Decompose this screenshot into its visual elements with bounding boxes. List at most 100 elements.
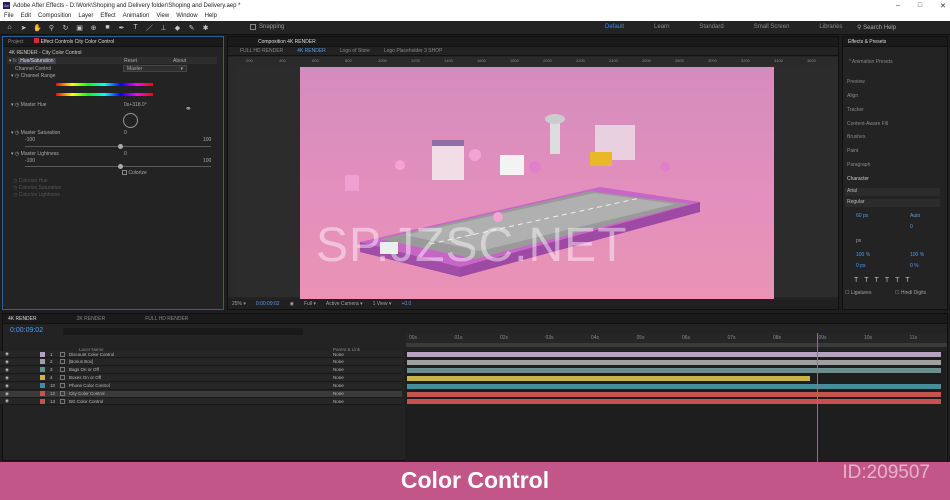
label-color-swatch[interactable]: [40, 391, 45, 396]
eye-icon[interactable]: ◉: [5, 359, 10, 365]
layer-row[interactable]: ◉ 1 Discount Color Control None: [0, 351, 402, 358]
layer-duration-bar[interactable]: [407, 383, 942, 389]
channel-range-bottom-bar[interactable]: [56, 93, 153, 96]
channel-range-top-bar[interactable]: [56, 83, 153, 86]
layer-name[interactable]: Discount Color Control: [69, 352, 319, 357]
colorize-checkbox[interactable]: Colorize: [122, 170, 147, 176]
snapping-toggle[interactable]: Snapping: [250, 24, 284, 30]
layer-name[interactable]: Bags On or Off: [69, 367, 319, 372]
eye-icon[interactable]: ◉: [5, 375, 10, 381]
link-icon[interactable]: ⚭: [185, 104, 192, 113]
label-color-swatch[interactable]: [40, 367, 45, 373]
resolution-dropdown[interactable]: Full ▾: [304, 301, 316, 307]
stroke-width-field[interactable]: px: [856, 238, 861, 244]
timeline-tab-4k[interactable]: 4K RENDER: [8, 316, 37, 322]
channel-range-label[interactable]: ▾ ◷ Channel Range: [11, 73, 55, 79]
current-time[interactable]: 0:00:09:02: [256, 301, 280, 307]
comp-subtab-logo-placeholder[interactable]: Logo Placeholder 3 SHOP: [384, 48, 443, 54]
layer-name[interactable]: [Bonus Box]: [69, 359, 319, 364]
font-size-field[interactable]: 60 px: [856, 213, 868, 219]
time-ruler[interactable]: 00s 01s 02s 03s 04s 05s 06s 07s 08s 09s 10s 11s: [406, 333, 947, 343]
timeline-search-field[interactable]: [63, 328, 303, 335]
workspace-small-screen[interactable]: Small Screen: [754, 24, 790, 30]
workspace-learn[interactable]: Learn: [654, 24, 669, 30]
layer-row[interactable]: ◉ 10 Phone Color Control None: [0, 382, 402, 390]
layer-duration-bar[interactable]: [407, 391, 942, 397]
panel-tracker[interactable]: Tracker: [847, 107, 864, 113]
baseline-shift-field[interactable]: 0 px: [856, 263, 865, 269]
workspace-standard[interactable]: Standard: [699, 24, 723, 30]
menu-view[interactable]: View: [156, 13, 169, 19]
eye-icon[interactable]: ◉: [5, 367, 10, 373]
maximize-button[interactable]: □: [918, 2, 922, 9]
menu-effect[interactable]: Effect: [100, 13, 115, 19]
layer-duration-bar[interactable]: [407, 399, 942, 405]
panel-align[interactable]: Align: [847, 93, 858, 99]
layer-row[interactable]: ◉ 3 Bags On or Off None: [0, 366, 402, 374]
tracking-field[interactable]: 0: [910, 224, 913, 230]
layer-row[interactable]: ◉ 12 City Color Control None: [0, 390, 402, 398]
vertical-scale-field[interactable]: 100 %: [856, 252, 870, 258]
channel-control-dropdown[interactable]: Master ▾: [123, 65, 187, 72]
layer-name[interactable]: Boxes On or Off: [69, 375, 319, 380]
effect-header[interactable]: ▾ fx Hue/Saturation: [9, 58, 56, 64]
font-style-dropdown[interactable]: Regular: [845, 199, 940, 207]
comp-subtab-full-hd[interactable]: FULL HD RENDER: [240, 48, 283, 54]
parent-link-dropdown[interactable]: None: [333, 383, 344, 388]
eye-icon[interactable]: ◉: [5, 383, 10, 389]
hindi-digits-checkbox[interactable]: ☐ Hindi Digits: [895, 290, 926, 296]
layer-name[interactable]: City Color Control: [69, 391, 319, 396]
panel-brushes[interactable]: Brushes: [847, 134, 865, 140]
camera-snapshot-icon[interactable]: ◉: [290, 301, 294, 307]
reset-link[interactable]: Reset: [124, 58, 137, 64]
tab-project[interactable]: Project: [8, 39, 24, 45]
home-icon[interactable]: ⌂: [5, 23, 14, 32]
roto-tool-icon[interactable]: ✎: [187, 23, 196, 32]
rotate-tool-icon[interactable]: ↻: [61, 23, 70, 32]
leading-field[interactable]: Auto: [910, 213, 920, 219]
layer-duration-bar[interactable]: [407, 359, 942, 365]
label-color-swatch[interactable]: [40, 375, 45, 381]
panel-preview[interactable]: Preview: [847, 79, 865, 85]
panel-paragraph[interactable]: Paragraph: [847, 162, 870, 168]
shape-tool-icon[interactable]: ■: [103, 23, 112, 32]
pan-behind-tool-icon[interactable]: ⊕: [89, 23, 98, 32]
eye-icon[interactable]: ◉: [5, 398, 10, 404]
minimize-button[interactable]: –: [896, 2, 900, 9]
panel-character[interactable]: Character: [847, 176, 869, 182]
parent-link-dropdown[interactable]: None: [333, 359, 344, 364]
master-lightness-value[interactable]: 0: [124, 151, 127, 157]
camera-tool-icon[interactable]: ▣: [75, 23, 84, 32]
parent-link-dropdown[interactable]: None: [333, 399, 344, 404]
layer-row[interactable]: ◉ 4 Boxes On or Off None: [0, 374, 402, 382]
magnification-dropdown[interactable]: 25% ▾: [232, 301, 246, 307]
label-color-swatch[interactable]: [40, 398, 45, 404]
parent-link-dropdown[interactable]: None: [333, 375, 344, 380]
pen-tool-icon[interactable]: ✒: [117, 23, 126, 32]
layer-duration-bar[interactable]: [407, 367, 942, 373]
eye-icon[interactable]: ◉: [5, 351, 10, 357]
close-button[interactable]: ✕: [940, 2, 946, 10]
label-color-swatch[interactable]: [40, 351, 45, 357]
label-color-swatch[interactable]: [40, 359, 45, 365]
timeline-tab-full-hd[interactable]: FULL HD RENDER: [145, 316, 188, 322]
layer-duration-bar[interactable]: [407, 352, 942, 357]
animation-presets-label[interactable]: * Animation Presets: [849, 59, 893, 65]
brush-tool-icon[interactable]: ／: [145, 23, 154, 32]
tab-composition[interactable]: Composition 4K RENDER: [258, 39, 316, 45]
clone-tool-icon[interactable]: ⊥: [159, 23, 168, 32]
workspace-default[interactable]: Default: [605, 24, 624, 30]
master-lightness-knob[interactable]: [118, 164, 123, 169]
menu-file[interactable]: File: [4, 13, 14, 19]
menu-help[interactable]: Help: [205, 13, 217, 19]
layer-name[interactable]: Phone Color Control: [69, 383, 319, 388]
tsume-field[interactable]: 0 %: [910, 263, 919, 269]
current-time-indicator[interactable]: [817, 333, 818, 462]
panel-paint[interactable]: Paint: [847, 148, 858, 154]
tab-effect-controls[interactable]: Effect Controls City Color Control: [33, 38, 114, 45]
layer-row[interactable]: ◉ 13 BG Color Control None: [0, 398, 402, 406]
menu-composition[interactable]: Composition: [38, 13, 71, 19]
exposure-value[interactable]: +0.0: [401, 301, 411, 307]
camera-dropdown[interactable]: Active Camera ▾: [326, 301, 363, 307]
parent-link-dropdown[interactable]: None: [333, 391, 344, 396]
